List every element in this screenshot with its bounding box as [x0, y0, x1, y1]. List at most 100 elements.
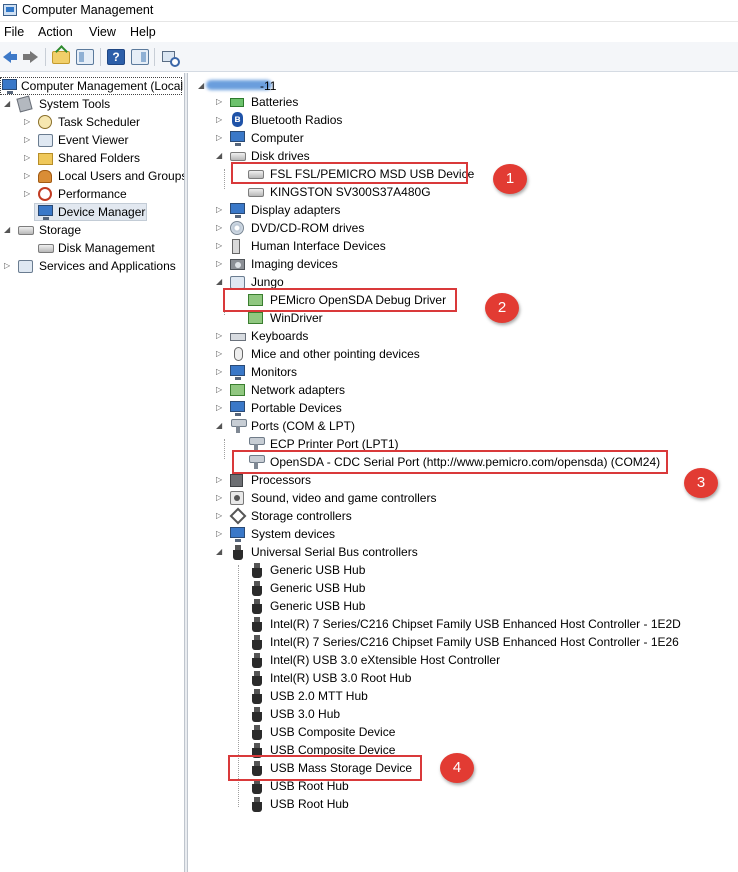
menu-view[interactable]: View: [89, 25, 116, 39]
category-mice[interactable]: ▷ Mice and other pointing devices: [188, 345, 738, 363]
expand-arrow-icon[interactable]: ▷: [216, 385, 225, 395]
expand-arrow-icon[interactable]: ▷: [216, 223, 225, 233]
usb-device[interactable]: Intel(R) USB 3.0 Root Hub: [188, 669, 738, 687]
up-one-level-icon[interactable]: [52, 51, 70, 64]
expand-arrow-icon[interactable]: ▷: [24, 153, 33, 163]
category-disk-drives[interactable]: ◢ Disk drives: [188, 147, 738, 165]
category-sound[interactable]: ▷ Sound, video and game controllers: [188, 489, 738, 507]
tree-label: OpenSDA - CDC Serial Port (http://www.pe…: [270, 455, 661, 469]
usb-device[interactable]: USB 2.0 MTT Hub: [188, 687, 738, 705]
usb-device[interactable]: USB 3.0 Hub: [188, 705, 738, 723]
category-usb[interactable]: ◢ Universal Serial Bus controllers: [188, 543, 738, 561]
category-system-devices[interactable]: ▷ System devices: [188, 525, 738, 543]
category-batteries[interactable]: ▷ Batteries: [188, 93, 738, 111]
usb-icon: [252, 671, 262, 686]
tree-item-device-manager[interactable]: Device Manager: [0, 203, 184, 221]
scan-hardware-icon[interactable]: [161, 49, 180, 67]
category-network[interactable]: ▷ Network adapters: [188, 381, 738, 399]
tree-item-performance[interactable]: ▷ Performance: [0, 185, 184, 203]
collapse-arrow-icon[interactable]: ◢: [4, 99, 13, 109]
device-kingston[interactable]: KINGSTON SV300S37A480G: [188, 183, 738, 201]
expand-arrow-icon[interactable]: ▷: [216, 115, 225, 125]
category-computer[interactable]: ▷ Computer: [188, 129, 738, 147]
dvd-icon: [230, 221, 244, 235]
collapse-arrow-icon[interactable]: ◢: [4, 225, 13, 235]
usb-device[interactable]: Intel(R) 7 Series/C216 Chipset Family US…: [188, 633, 738, 651]
usb-device[interactable]: USB Root Hub: [188, 795, 738, 813]
forward-icon[interactable]: [22, 49, 40, 65]
expand-arrow-icon[interactable]: ▷: [24, 189, 33, 199]
expand-arrow-icon[interactable]: ▷: [216, 205, 225, 215]
properties-icon[interactable]: [131, 49, 149, 65]
expand-arrow-icon[interactable]: ▷: [216, 133, 225, 143]
menu-action[interactable]: Action: [38, 25, 73, 39]
tree-label: Computer Management (Local: [21, 79, 184, 93]
expand-arrow-icon[interactable]: ▷: [216, 241, 225, 251]
expand-arrow-icon[interactable]: ▷: [216, 493, 225, 503]
category-portable[interactable]: ▷ Portable Devices: [188, 399, 738, 417]
category-monitors[interactable]: ▷ Monitors: [188, 363, 738, 381]
usb-device[interactable]: Intel(R) USB 3.0 eXtensible Host Control…: [188, 651, 738, 669]
battery-icon: [230, 98, 244, 107]
usb-device[interactable]: Generic USB Hub: [188, 597, 738, 615]
expand-arrow-icon[interactable]: ▷: [216, 259, 225, 269]
collapse-arrow-icon[interactable]: ◢: [216, 421, 225, 431]
disk-drive-icon: [248, 188, 264, 197]
expand-arrow-icon[interactable]: ▷: [216, 475, 225, 485]
collapse-arrow-icon[interactable]: ◢: [216, 277, 225, 287]
expand-arrow-icon[interactable]: ▷: [4, 261, 13, 271]
collapse-arrow-icon[interactable]: ◢: [216, 151, 225, 161]
expand-arrow-icon[interactable]: ▷: [24, 135, 33, 145]
tree-item-computer-management[interactable]: Computer Management (Local: [0, 77, 184, 95]
expand-arrow-icon[interactable]: ▷: [216, 511, 225, 521]
tree-label: Generic USB Hub: [270, 563, 366, 577]
usb-icon: [233, 545, 243, 560]
category-keyboards[interactable]: ▷ Keyboards: [188, 327, 738, 345]
expand-arrow-icon[interactable]: ▷: [216, 367, 225, 377]
help-icon[interactable]: ?: [107, 49, 125, 65]
expand-arrow-icon[interactable]: ▷: [216, 529, 225, 539]
category-bluetooth[interactable]: ▷ ʙ Bluetooth Radios: [188, 111, 738, 129]
menu-file[interactable]: File: [4, 25, 24, 39]
expand-arrow-icon[interactable]: ▷: [24, 117, 33, 127]
category-storage-controllers[interactable]: ▷ Storage controllers: [188, 507, 738, 525]
port-icon: [230, 419, 247, 433]
back-icon[interactable]: [1, 49, 19, 65]
expand-arrow-icon[interactable]: ▷: [216, 349, 225, 359]
tree-item-services[interactable]: ▷ Services and Applications: [0, 257, 184, 275]
usb-device[interactable]: Generic USB Hub: [188, 561, 738, 579]
device-ecp-printer-port[interactable]: ECP Printer Port (LPT1): [188, 435, 738, 453]
tree-item-shared-folders[interactable]: ▷ Shared Folders: [0, 149, 184, 167]
expand-arrow-icon[interactable]: ▷: [216, 97, 225, 107]
tree-item-task-scheduler[interactable]: ▷ Task Scheduler: [0, 113, 184, 131]
users-icon: [38, 170, 52, 183]
usb-device[interactable]: Intel(R) 7 Series/C216 Chipset Family US…: [188, 615, 738, 633]
tree-item-event-viewer[interactable]: ▷ Event Viewer: [0, 131, 184, 149]
usb-device[interactable]: Generic USB Hub: [188, 579, 738, 597]
tree-item-storage[interactable]: ◢ Storage: [0, 221, 184, 239]
tree-item-local-users[interactable]: ▷ Local Users and Groups: [0, 167, 184, 185]
device-pemicro-opensda[interactable]: PEMicro OpenSDA Debug Driver: [188, 291, 738, 309]
category-processors[interactable]: ▷ Processors: [188, 471, 738, 489]
usb-device[interactable]: USB Composite Device: [188, 723, 738, 741]
category-dvd[interactable]: ▷ DVD/CD-ROM drives: [188, 219, 738, 237]
category-imaging[interactable]: ▷ Imaging devices: [188, 255, 738, 273]
show-hide-console-tree-icon[interactable]: [76, 49, 94, 65]
category-display[interactable]: ▷ Display adapters: [188, 201, 738, 219]
tree-item-system-tools[interactable]: ◢ System Tools: [0, 95, 184, 113]
category-hid[interactable]: ▷ Human Interface Devices: [188, 237, 738, 255]
category-jungo[interactable]: ◢ Jungo: [188, 273, 738, 291]
services-icon: [18, 260, 33, 273]
device-opensda-cdc-serial[interactable]: OpenSDA - CDC Serial Port (http://www.pe…: [188, 453, 738, 471]
category-ports[interactable]: ◢ Ports (COM & LPT): [188, 417, 738, 435]
menu-help[interactable]: Help: [130, 25, 156, 39]
tree-label: Performance: [58, 187, 127, 201]
tree-item-disk-management[interactable]: Disk Management: [0, 239, 184, 257]
device-windriver[interactable]: WinDriver: [188, 309, 738, 327]
tree-label: KINGSTON SV300S37A480G: [270, 185, 431, 199]
expand-arrow-icon[interactable]: ▷: [216, 331, 225, 341]
expand-arrow-icon[interactable]: ▷: [24, 171, 33, 181]
expand-arrow-icon[interactable]: ▷: [216, 403, 225, 413]
device-fsl-msd[interactable]: FSL FSL/PEMICRO MSD USB Device: [188, 165, 738, 183]
collapse-arrow-icon[interactable]: ◢: [216, 547, 225, 557]
